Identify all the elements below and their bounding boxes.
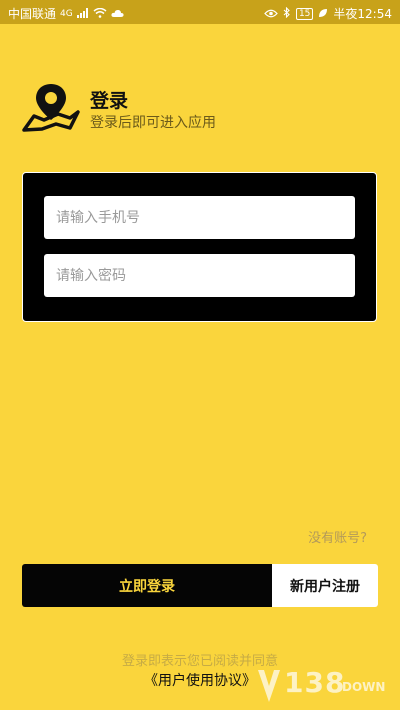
eye-icon <box>264 7 278 21</box>
bluetooth-icon <box>283 6 291 21</box>
action-buttons: 立即登录 新用户注册 <box>22 564 378 607</box>
carrier-label: 中国联通 <box>8 7 57 21</box>
watermark-logo: 138 DOWN <box>256 666 396 706</box>
login-button[interactable]: 立即登录 <box>22 564 272 607</box>
clock-label: 半夜12:54 <box>333 7 392 21</box>
login-form <box>22 172 377 322</box>
network-type-label: 4G <box>60 8 73 19</box>
page-title: 登录 <box>90 90 129 112</box>
register-button[interactable]: 新用户注册 <box>272 564 378 607</box>
phone-input[interactable] <box>44 196 355 239</box>
wifi-icon <box>93 7 107 21</box>
watermark-number: 138 <box>284 666 346 699</box>
login-header: 登录 登录后即可进入应用 <box>22 82 372 142</box>
signal-icon <box>76 7 89 21</box>
leaf-icon <box>318 7 328 21</box>
cloud-icon <box>111 7 124 21</box>
status-bar: 中国联通 4G 15 半夜12:54 <box>0 0 400 24</box>
location-map-icon <box>22 82 80 134</box>
no-account-link[interactable]: 没有账号? <box>308 527 367 546</box>
watermark-text: DOWN <box>342 680 386 694</box>
password-input[interactable] <box>44 254 355 297</box>
battery-indicator: 15 <box>295 7 314 20</box>
page-subtitle: 登录后即可进入应用 <box>90 115 216 131</box>
